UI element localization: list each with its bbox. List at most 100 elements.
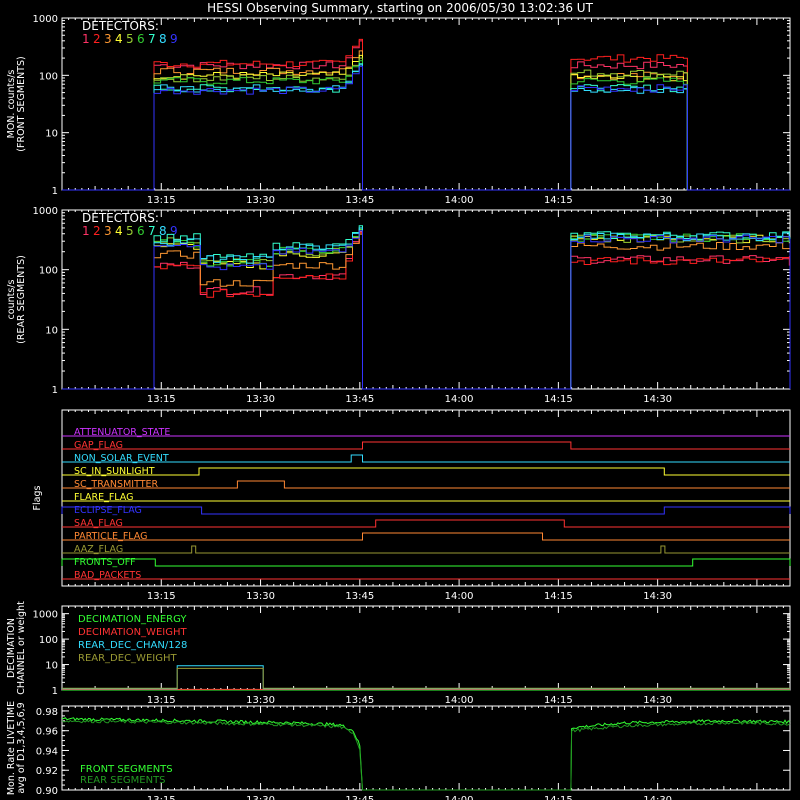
rear-x-tick-label: 14:00 — [445, 394, 474, 405]
front-series-detector-9 — [62, 65, 790, 191]
decimation-x-tick-label: 14:15 — [544, 695, 573, 706]
decimation-x-tick-label: 14:30 — [643, 695, 672, 706]
livetime-x-tick-label: 13:30 — [246, 795, 275, 800]
rear-y-tick-label: 100 — [39, 266, 58, 277]
livetime-legend-0: FRONT SEGMENTS — [80, 764, 173, 775]
livetime-x-tick-label: 14:30 — [643, 795, 672, 800]
rear-legend-detector-6: 6 — [137, 224, 145, 238]
flag-line-eclipse_flag — [61, 506, 791, 515]
front-legend-detector-2: 2 — [93, 32, 101, 46]
rear-legend-detector-4: 4 — [115, 224, 123, 238]
rear-y-tick-label: 10 — [45, 325, 58, 336]
front-y-axis-label: (FRONT SEGMENTS) — [16, 56, 27, 151]
front-y-tick-label: 1000 — [33, 14, 58, 25]
rear-x-tick-label: 14:15 — [544, 394, 573, 405]
livetime-y-tick-label: 0.96 — [36, 727, 58, 738]
rear-x-tick-label: 13:30 — [246, 394, 275, 405]
decimation-legend-0: DECIMATION_ENERGY — [78, 614, 187, 625]
decimation-x-tick-label: 13:15 — [147, 695, 176, 706]
front-legend-detector-9: 9 — [170, 32, 178, 46]
decimation-legend-3: REAR_DEC_WEIGHT — [78, 653, 177, 664]
decimation-y-tick-label: 100 — [39, 635, 58, 646]
flag-line-particle_flag — [62, 532, 790, 541]
front-legend-detector-8: 8 — [159, 32, 167, 46]
rear-series-detector-5 — [62, 229, 791, 390]
flags-y-axis-label: Flags — [32, 485, 43, 510]
rear-legend-title: DETECTORS: — [82, 211, 159, 225]
front-series-detector-1 — [62, 40, 790, 191]
decimation-y-axis-label: CHANNEL or weight — [16, 601, 27, 695]
decimation-legend-1: DECIMATION_WEIGHT — [78, 627, 187, 638]
front-legend-detector-1: 1 — [82, 32, 90, 46]
front-series-detector-2 — [62, 38, 790, 191]
rear-series-detector-6 — [62, 228, 791, 390]
rear-x-tick-label: 13:45 — [345, 394, 374, 405]
livetime-series-0 — [61, 717, 791, 791]
decimation-x-tick-label: 14:00 — [445, 695, 474, 706]
front-x-tick-label: 14:30 — [643, 195, 672, 206]
front-legend-detector-5: 5 — [126, 32, 134, 46]
rear-legend-detector-2: 2 — [93, 224, 101, 238]
decimation-x-tick-label: 13:30 — [246, 695, 275, 706]
front-y-tick-label: 10 — [45, 129, 58, 140]
rear-series-detector-1 — [62, 231, 791, 390]
rear-y-axis-label: (REAR SEGMENTS) — [16, 255, 27, 344]
front-x-tick-label: 13:30 — [246, 195, 275, 206]
decimation-x-tick-label: 13:45 — [345, 695, 374, 706]
front-x-tick-label: 14:00 — [445, 195, 474, 206]
rear-series-detector-2 — [62, 232, 791, 390]
livetime-x-tick-label: 13:15 — [147, 795, 176, 800]
livetime-x-tick-label: 14:15 — [544, 795, 573, 800]
flags-x-tick-label: 14:30 — [643, 591, 672, 602]
livetime-y-tick-label: 0.92 — [36, 766, 58, 777]
rear-x-tick-label: 14:30 — [643, 394, 672, 405]
rear-y-tick-label: 1 — [52, 385, 58, 396]
flag-line-aaz_flag — [62, 545, 790, 554]
rear-legend-detector-1: 1 — [82, 224, 90, 238]
observing-summary-plot: 13:15 13:30 13:45 14:00 14:15 14:301101001000… — [6, 14, 791, 800]
flags-x-tick-label: 14:00 — [445, 591, 474, 602]
livetime-y-axis-label: avg of D1,3,4,5,6,9 — [16, 702, 27, 793]
rear-y-tick-label: 1000 — [33, 206, 58, 217]
front-x-tick-label: 13:45 — [345, 195, 374, 206]
rear-legend-detector-5: 5 — [126, 224, 134, 238]
front-legend-title: DETECTORS: — [82, 19, 159, 33]
rear-series-detector-7 — [62, 225, 791, 390]
front-legend-detector-6: 6 — [137, 32, 145, 46]
livetime-axes-frame — [61, 705, 791, 791]
rear-series-detector-9 — [62, 230, 791, 390]
front-series-detector-6 — [62, 60, 790, 191]
decimation-y-tick-label: 1000 — [33, 610, 58, 621]
flag-line-fronts_off — [61, 558, 791, 567]
flags-x-tick-label: 14:15 — [544, 591, 573, 602]
front-legend-detector-3: 3 — [104, 32, 112, 46]
decimation-series-3 — [62, 667, 790, 689]
rear-legend-detector-3: 3 — [104, 224, 112, 238]
flags-x-tick-label: 13:45 — [345, 591, 374, 602]
livetime-y-tick-label: 0.90 — [36, 786, 58, 797]
decimation-y-tick-label: 1 — [52, 686, 58, 697]
front-x-tick-label: 13:15 — [147, 195, 176, 206]
decimation-series-2 — [62, 665, 790, 690]
livetime-x-tick-label: 13:45 — [345, 795, 374, 800]
front-series-detector-8 — [62, 64, 790, 191]
rear-x-tick-label: 13:15 — [147, 394, 176, 405]
flag-line-saa_flag — [62, 519, 790, 528]
livetime-y-tick-label: 0.94 — [36, 746, 58, 757]
livetime-legend-1: REAR SEGMENTS — [80, 775, 166, 786]
flag-line-gap_flag — [62, 441, 790, 450]
livetime-y-tick-label: 0.98 — [36, 707, 58, 718]
front-series-detector-7 — [62, 63, 790, 191]
front-legend-detector-7: 7 — [148, 32, 156, 46]
flags-x-tick-label: 13:30 — [246, 591, 275, 602]
flag-line-non_solar_event — [62, 454, 790, 463]
rear-series-detector-4 — [62, 230, 791, 390]
flag-line-sc_in_sunlight — [62, 467, 790, 476]
livetime-series-1 — [61, 719, 791, 791]
flag-line-sc_transmitter — [62, 480, 790, 489]
front-x-tick-label: 14:15 — [544, 195, 573, 206]
decimation-legend-2: REAR_DEC_CHAN/128 — [78, 640, 187, 651]
livetime-x-tick-label: 14:00 — [445, 795, 474, 800]
front-y-tick-label: 100 — [39, 71, 58, 82]
flags-x-tick-label: 13:15 — [147, 591, 176, 602]
